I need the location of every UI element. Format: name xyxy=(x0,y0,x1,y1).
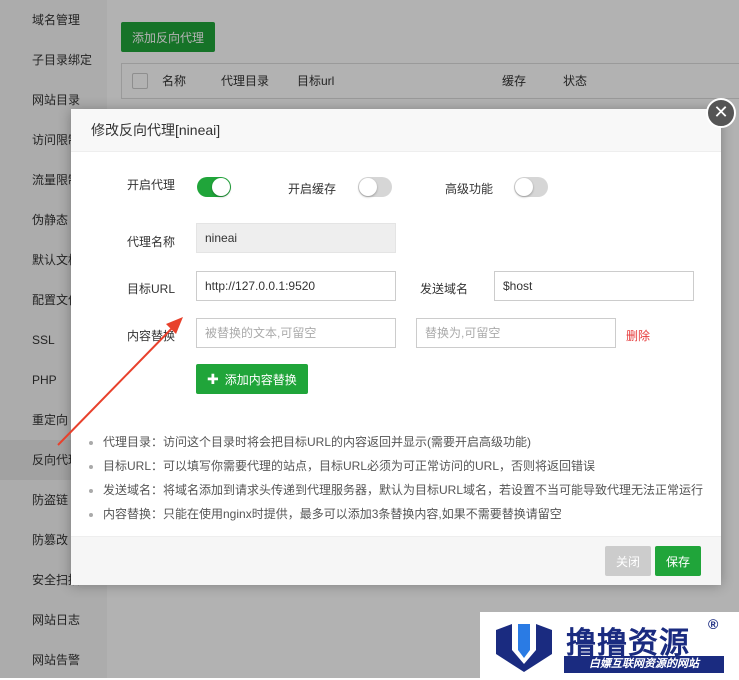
brand-logo-icon xyxy=(496,624,552,672)
watermark-logo: 撸撸资源 ® 白嫖互联网资源的网站 xyxy=(480,612,739,678)
watermark-subtitle: 白嫖互联网资源的网站 xyxy=(564,656,724,673)
watermark-registered: ® xyxy=(708,616,719,632)
annotation-arrow-icon xyxy=(57,317,183,446)
